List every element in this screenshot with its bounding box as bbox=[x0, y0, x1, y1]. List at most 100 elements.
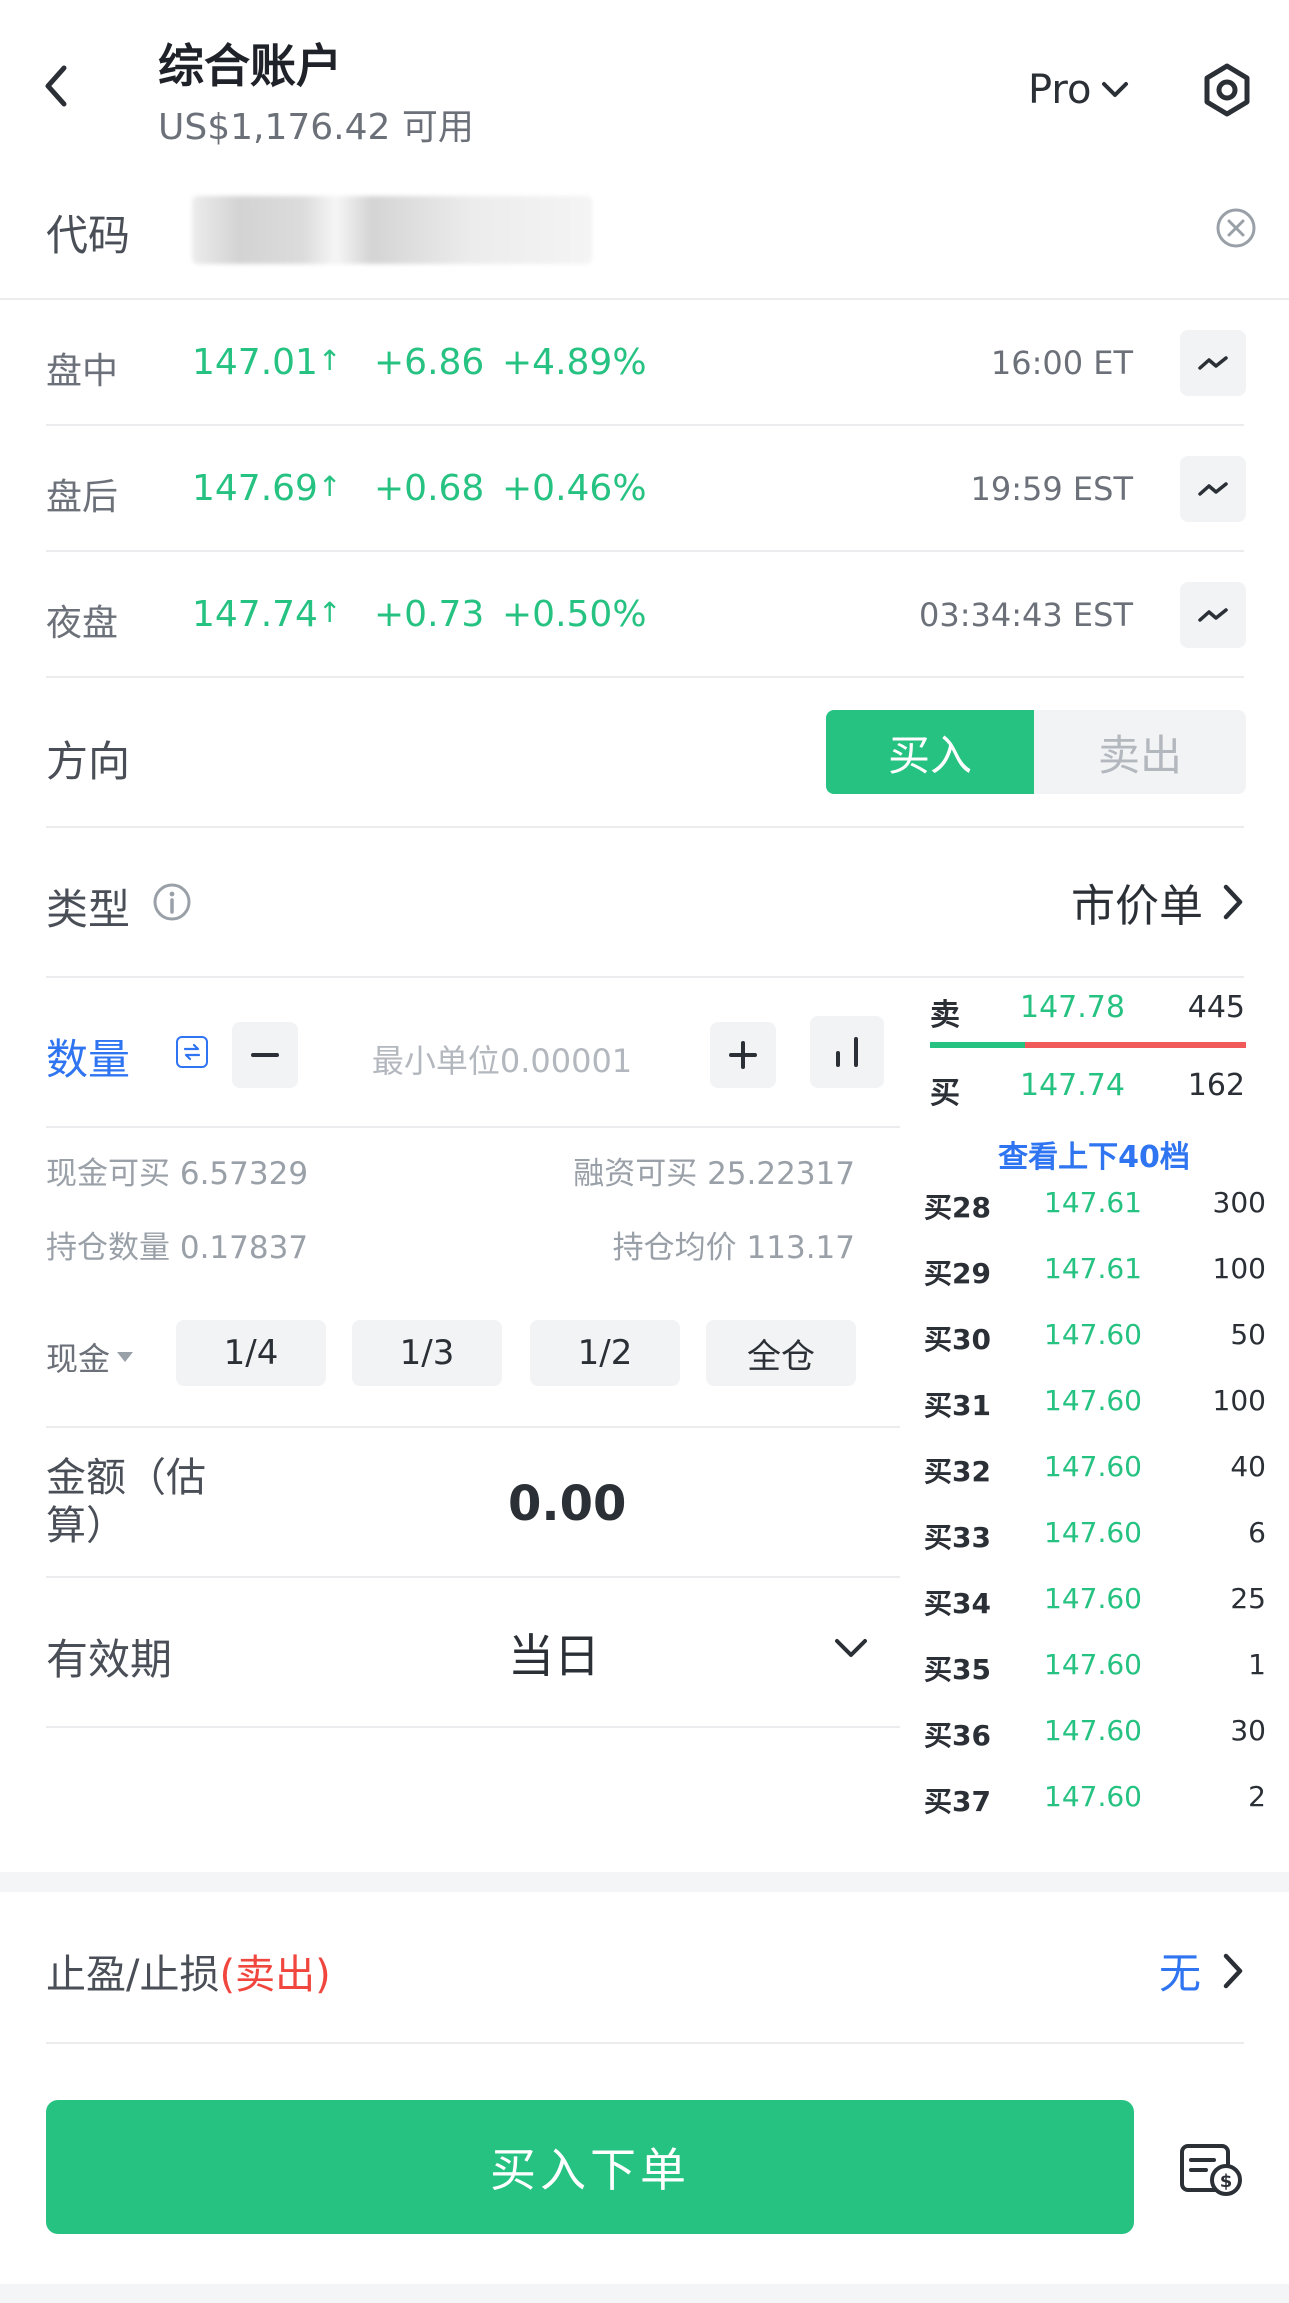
orderbook-toggle-button[interactable] bbox=[810, 1016, 884, 1088]
chart-button[interactable] bbox=[1180, 456, 1246, 522]
quote-change: +6.86 bbox=[374, 342, 485, 383]
fraction-half-button[interactable]: 1/2 bbox=[530, 1320, 680, 1386]
buy-tab[interactable]: 买入 bbox=[826, 710, 1034, 794]
trend-icon bbox=[1198, 608, 1228, 622]
svg-text:$: $ bbox=[1220, 2171, 1233, 2192]
divider bbox=[46, 826, 1244, 828]
quote-price: 147.01 bbox=[192, 342, 318, 383]
level-qty: 50 bbox=[1230, 1318, 1266, 1351]
level-qty: 100 bbox=[1212, 1252, 1266, 1285]
chevron-down-icon bbox=[835, 1639, 867, 1657]
level-label: 买29 bbox=[924, 1257, 991, 1290]
order-book-row: 买28 147.61 300 bbox=[924, 1170, 1266, 1236]
divider bbox=[46, 424, 1244, 426]
validity-selector[interactable]: 当日 bbox=[508, 1620, 868, 1683]
level-label: 买35 bbox=[924, 1653, 991, 1686]
session-label: 盘中 bbox=[46, 351, 119, 392]
order-type-label: 类型 bbox=[46, 885, 131, 934]
back-button[interactable] bbox=[36, 60, 76, 112]
account-title: 综合账户 bbox=[158, 39, 342, 93]
tp-sl-value: 无 bbox=[1158, 1949, 1201, 1998]
fraction-third-button[interactable]: 1/3 bbox=[352, 1320, 502, 1386]
chart-button[interactable] bbox=[1180, 582, 1246, 648]
amount-value: 0.00 bbox=[508, 1476, 627, 1532]
sell-tab[interactable]: 卖出 bbox=[1034, 710, 1246, 794]
level-qty: 1 bbox=[1248, 1648, 1266, 1681]
session-label: 夜盘 bbox=[46, 603, 119, 644]
quote-time: 19:59 EST bbox=[970, 470, 1133, 508]
increment-button[interactable] bbox=[710, 1022, 776, 1088]
ask-label: 卖 bbox=[930, 998, 960, 1033]
unit-switch-icon[interactable] bbox=[176, 1036, 208, 1068]
divider bbox=[0, 298, 1289, 300]
account-type-selector[interactable]: 现金 bbox=[46, 1334, 134, 1380]
order-type-value: 市价单 bbox=[1071, 881, 1203, 932]
direction-toggle: 买入 卖出 bbox=[826, 710, 1246, 794]
submit-order-button[interactable]: 买入下单 bbox=[46, 2100, 1134, 2234]
quote-time: 03:34:43 EST bbox=[919, 596, 1133, 634]
fraction-all-button[interactable]: 全仓 bbox=[706, 1320, 856, 1386]
gear-icon bbox=[1204, 63, 1250, 117]
order-book-row: 买33 147.60 6 bbox=[924, 1500, 1266, 1566]
quote-change-pct: +4.89% bbox=[502, 342, 647, 383]
arrow-up-icon: ↑ bbox=[318, 344, 342, 377]
divider bbox=[46, 1726, 900, 1728]
settings-button[interactable] bbox=[1200, 62, 1254, 118]
chart-button[interactable] bbox=[1180, 330, 1246, 396]
direction-label: 方向 bbox=[46, 737, 131, 786]
level-label: 买34 bbox=[924, 1587, 991, 1620]
code-input-blurred[interactable] bbox=[192, 196, 592, 264]
clear-code-button[interactable] bbox=[1214, 206, 1258, 250]
bottom-safe-area bbox=[0, 2284, 1289, 2303]
tp-sl-selector[interactable]: 无 bbox=[1159, 1940, 1245, 2001]
quote-price: 147.69 bbox=[192, 468, 318, 509]
minus-icon bbox=[251, 1053, 279, 1057]
level-qty: 2 bbox=[1248, 1780, 1266, 1813]
order-book-row: 买30 147.60 50 bbox=[924, 1302, 1266, 1368]
amount-label-line2: 算） bbox=[46, 1503, 126, 1549]
divider bbox=[46, 550, 1244, 552]
amount-label: 金额（估 算） bbox=[46, 1454, 206, 1550]
level-price: 147.60 bbox=[1044, 1582, 1142, 1615]
quantity-input[interactable]: 最小单位0.00001 bbox=[322, 1036, 682, 1082]
position-avg-price: 持仓均价 113.17 bbox=[612, 1230, 855, 1266]
quote-change: +0.73 bbox=[374, 594, 485, 635]
quote-time: 16:00 ET bbox=[990, 344, 1133, 382]
depth-bar-bid bbox=[930, 1042, 1025, 1048]
chevron-down-icon bbox=[1102, 82, 1129, 97]
section-gap bbox=[0, 1872, 1289, 1892]
quantity-label: 数量 bbox=[46, 1035, 131, 1084]
cash-buyable: 现金可买 6.57329 bbox=[46, 1156, 309, 1192]
divider bbox=[46, 1426, 900, 1428]
level-label: 买30 bbox=[924, 1323, 991, 1356]
order-book-row: 买37 147.60 2 bbox=[924, 1764, 1266, 1830]
quote-change-pct: +0.50% bbox=[502, 594, 647, 635]
order-book-row: 买29 147.61 100 bbox=[924, 1236, 1266, 1302]
level-price: 147.60 bbox=[1044, 1714, 1142, 1747]
decrement-button[interactable] bbox=[232, 1022, 298, 1088]
fraction-quarter-button[interactable]: 1/4 bbox=[176, 1320, 326, 1386]
bars-icon bbox=[836, 1037, 858, 1067]
plus-icon bbox=[729, 1041, 757, 1069]
quote-change: +0.68 bbox=[374, 468, 485, 509]
mode-selector[interactable]: Pro bbox=[1028, 64, 1129, 116]
available-funds: US$1,176.42 可用 bbox=[158, 107, 474, 148]
order-book-row: 买34 147.60 25 bbox=[924, 1566, 1266, 1632]
level-price: 147.61 bbox=[1044, 1252, 1142, 1285]
level-qty: 6 bbox=[1248, 1516, 1266, 1549]
order-history-button[interactable]: $ bbox=[1178, 2140, 1246, 2200]
trend-icon bbox=[1198, 482, 1228, 496]
validity-label: 有效期 bbox=[46, 1635, 173, 1684]
arrow-up-icon: ↑ bbox=[318, 470, 342, 503]
order-type-selector[interactable]: 市价单 bbox=[1071, 870, 1245, 934]
mode-label: Pro bbox=[1028, 67, 1092, 113]
level-qty: 30 bbox=[1230, 1714, 1266, 1747]
order-book-row: 买36 147.60 30 bbox=[924, 1698, 1266, 1764]
bill-dollar-icon: $ bbox=[1180, 2144, 1242, 2196]
triangle-down-icon bbox=[117, 1352, 134, 1362]
quote-price: 147.74 bbox=[192, 594, 318, 635]
info-icon[interactable] bbox=[152, 882, 192, 922]
level-qty: 40 bbox=[1230, 1450, 1266, 1483]
level-price: 147.60 bbox=[1044, 1384, 1142, 1417]
level-price: 147.61 bbox=[1044, 1186, 1142, 1219]
